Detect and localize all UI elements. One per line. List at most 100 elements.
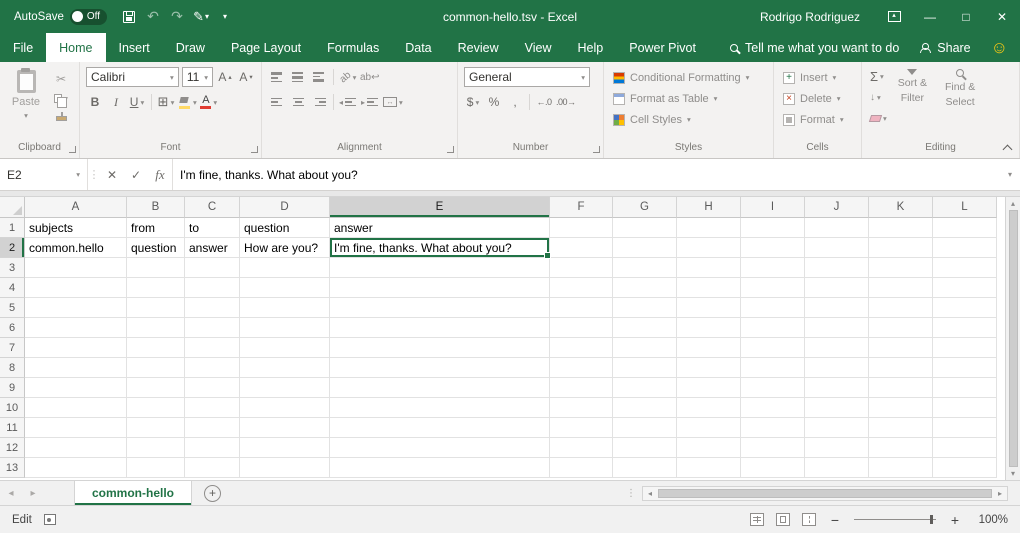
enter-button[interactable]: ✓ [124,159,148,190]
cell-D11[interactable] [240,418,330,438]
cell-A7[interactable] [25,338,127,358]
vertical-scroll-thumb[interactable] [1009,210,1018,467]
row-header-6[interactable]: 6 [0,318,25,338]
font-color-button[interactable]: A▾ [200,92,218,112]
cell-D6[interactable] [240,318,330,338]
cell-L10[interactable] [933,398,997,418]
formula-input[interactable]: I'm fine, thanks. What about you? [172,159,1000,190]
cell-I6[interactable] [741,318,805,338]
align-center-button[interactable] [289,92,307,112]
font-size-combo[interactable]: 11▾ [182,67,213,87]
cell-A3[interactable] [25,258,127,278]
cell-H10[interactable] [677,398,741,418]
format-painter-button[interactable] [52,110,70,127]
cell-G13[interactable] [613,458,677,478]
decrease-decimal-button[interactable]: .00→ [556,92,576,112]
cell-B3[interactable] [127,258,185,278]
cell-D9[interactable] [240,378,330,398]
tab-file[interactable]: File [0,33,46,62]
col-header-K[interactable]: K [869,197,933,218]
cell-C7[interactable] [185,338,240,358]
cell-E3[interactable] [330,258,550,278]
comma-style-button[interactable]: , [506,92,524,112]
cell-G2[interactable] [613,238,677,258]
cell-B13[interactable] [127,458,185,478]
col-header-L[interactable]: L [933,197,997,218]
row-header-2[interactable]: 2 [0,238,25,258]
col-header-E[interactable]: E [330,197,550,218]
row-header-1[interactable]: 1 [0,218,25,238]
cell-B8[interactable] [127,358,185,378]
cell-B1[interactable]: from [127,218,185,238]
cell-A9[interactable] [25,378,127,398]
save-button[interactable] [117,0,141,33]
cell-L9[interactable] [933,378,997,398]
cell-H11[interactable] [677,418,741,438]
col-header-B[interactable]: B [127,197,185,218]
sheet-nav-right[interactable]: ▸ [22,488,44,499]
wrap-text-button[interactable]: ab↩ [360,67,380,87]
redo-button[interactable]: ↷ [165,0,189,33]
cell-L4[interactable] [933,278,997,298]
format-as-table-button[interactable]: Format as Table▾ [610,88,767,109]
horizontal-scrollbar[interactable]: ◂ ▸ [642,486,1008,501]
tab-data[interactable]: Data [392,33,444,62]
cell-K4[interactable] [869,278,933,298]
cell-I4[interactable] [741,278,805,298]
cell-G11[interactable] [613,418,677,438]
feedback-smiley-button[interactable]: ☺ [991,39,1008,56]
cell-J7[interactable] [805,338,869,358]
cell-I12[interactable] [741,438,805,458]
cell-J11[interactable] [805,418,869,438]
cell-B2[interactable]: question [127,238,185,258]
cell-A5[interactable] [25,298,127,318]
row-header-5[interactable]: 5 [0,298,25,318]
tab-home[interactable]: Home [46,33,105,62]
cell-I10[interactable] [741,398,805,418]
cell-F3[interactable] [550,258,613,278]
cell-E4[interactable] [330,278,550,298]
cell-I5[interactable] [741,298,805,318]
tab-power-pivot[interactable]: Power Pivot [616,33,709,62]
cell-B9[interactable] [127,378,185,398]
insert-function-button[interactable]: fx [148,159,172,190]
fill-color-button[interactable]: ▾ [178,92,197,112]
cell-H9[interactable] [677,378,741,398]
cell-G4[interactable] [613,278,677,298]
zoom-thumb[interactable] [930,515,933,524]
cell-E2[interactable]: I'm fine, thanks. What about you? [330,238,550,258]
maximize-button[interactable]: □ [948,0,984,33]
cell-F10[interactable] [550,398,613,418]
cell-J4[interactable] [805,278,869,298]
cell-G10[interactable] [613,398,677,418]
cell-F1[interactable] [550,218,613,238]
delete-cells-button[interactable]: ×Delete▾ [780,88,855,109]
cell-F12[interactable] [550,438,613,458]
cell-C9[interactable] [185,378,240,398]
cell-D8[interactable] [240,358,330,378]
number-format-combo[interactable]: General▾ [464,67,590,87]
cell-L8[interactable] [933,358,997,378]
cell-B11[interactable] [127,418,185,438]
tab-help[interactable]: Help [565,33,617,62]
cell-H12[interactable] [677,438,741,458]
cell-H13[interactable] [677,458,741,478]
zoom-in-button[interactable]: + [948,512,962,528]
cell-J5[interactable] [805,298,869,318]
cell-D5[interactable] [240,298,330,318]
ink-tools-button[interactable]: ✎▾ [189,0,213,33]
cell-H3[interactable] [677,258,741,278]
cell-A13[interactable] [25,458,127,478]
cell-H5[interactable] [677,298,741,318]
cell-E9[interactable] [330,378,550,398]
merge-center-button[interactable]: ↔▾ [383,92,403,112]
cell-B10[interactable] [127,398,185,418]
cell-I13[interactable] [741,458,805,478]
increase-font-size-button[interactable]: A▴ [216,67,234,87]
cell-K6[interactable] [869,318,933,338]
customize-qat-button[interactable]: ▾ [213,0,237,33]
orientation-button[interactable]: ab▾ [339,67,357,87]
collapse-ribbon-button[interactable] [1003,144,1011,152]
align-left-button[interactable] [268,92,286,112]
horizontal-scroll-thumb[interactable] [658,489,992,498]
